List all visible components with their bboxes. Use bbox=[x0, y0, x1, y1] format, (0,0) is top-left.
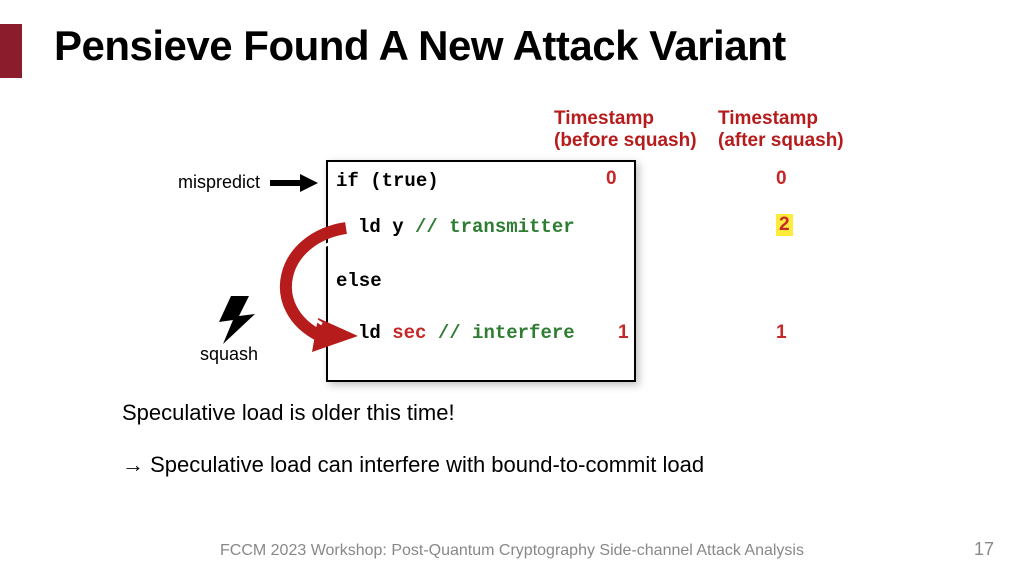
ts-before-1: 1 bbox=[618, 322, 629, 344]
lightning-icon bbox=[215, 296, 259, 344]
col-header-after: Timestamp (after squash) bbox=[718, 108, 844, 152]
arrow-icon bbox=[268, 172, 318, 194]
code-line-if: if (true) bbox=[336, 170, 439, 192]
body-line-1: Speculative load is older this time! bbox=[122, 400, 455, 426]
footer-text: FCCM 2023 Workshop: Post-Quantum Cryptog… bbox=[0, 542, 1024, 560]
code-line-ldsec: ld sec // interfere bbox=[358, 322, 575, 344]
col-header-before: Timestamp (before squash) bbox=[554, 108, 697, 152]
ts-after-0: 0 bbox=[776, 168, 787, 190]
ts-before-0: 0 bbox=[606, 168, 617, 190]
diagram-area: Timestamp (before squash) Timestamp (aft… bbox=[0, 108, 1024, 408]
body-line-2: → Speculative load can interfere with bo… bbox=[122, 452, 704, 478]
ts-after-1: 1 bbox=[776, 322, 787, 344]
mispredict-label: mispredict bbox=[178, 172, 260, 193]
curved-arrow-icon bbox=[270, 218, 370, 358]
ts-after-2: 2 bbox=[776, 214, 793, 236]
squash-label: squash bbox=[200, 344, 258, 365]
accent-bar bbox=[0, 24, 22, 78]
code-line-ldy: ld y // transmitter bbox=[358, 216, 575, 238]
slide-title: Pensieve Found A New Attack Variant bbox=[54, 22, 786, 70]
page-number: 17 bbox=[974, 539, 994, 560]
